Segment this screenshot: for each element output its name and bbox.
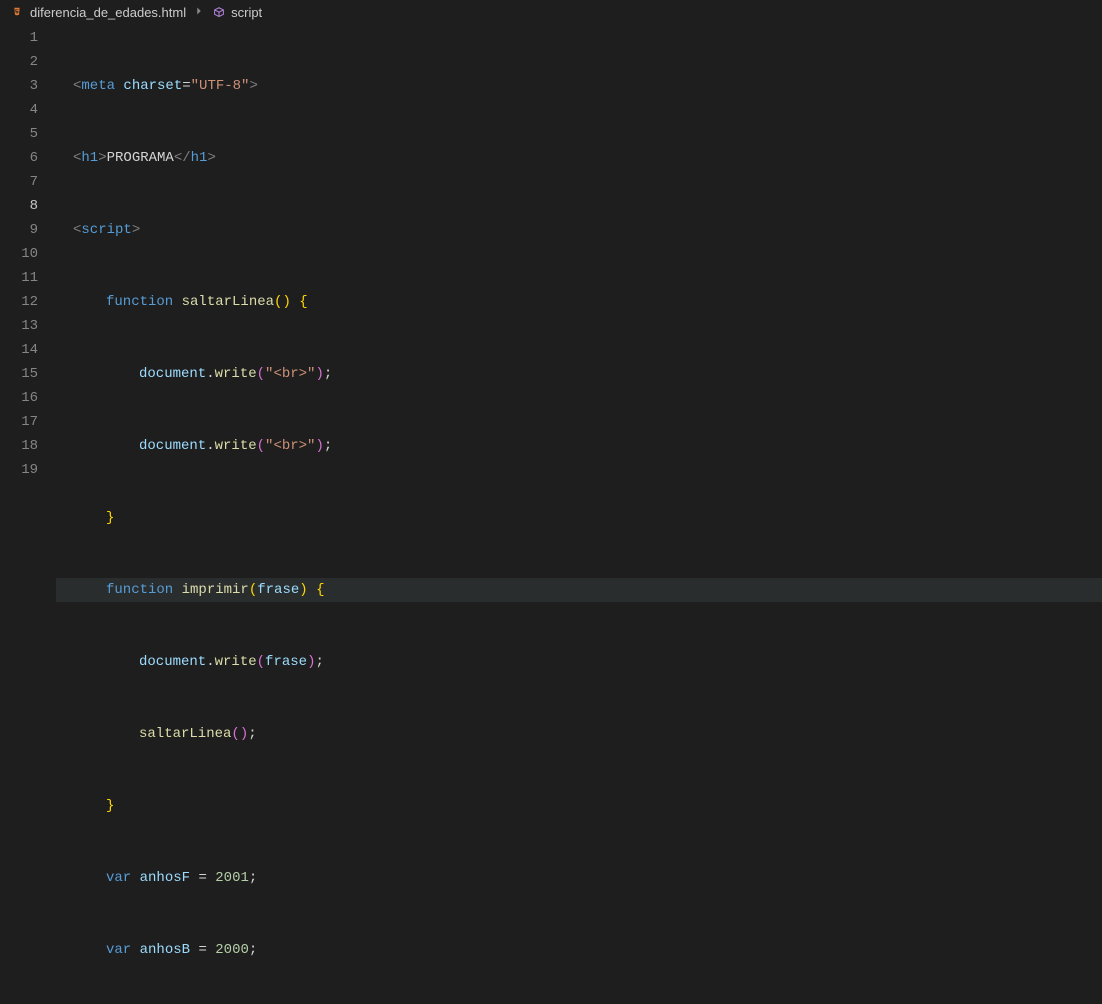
line-number: 2 — [0, 50, 38, 74]
breadcrumb-file[interactable]: diferencia_de_edades.html — [30, 5, 186, 20]
code-area[interactable]: <meta charset="UTF-8"> <h1>PROGRAMA</h1>… — [56, 26, 1102, 502]
code-line[interactable]: function imprimir(frase) { — [56, 578, 1102, 602]
line-number-gutter: 1 2 3 4 5 6 7 8 9 10 11 12 13 14 15 16 1… — [0, 26, 56, 502]
line-number: 18 — [0, 434, 38, 458]
line-number: 5 — [0, 122, 38, 146]
line-number: 8 — [0, 194, 38, 218]
line-number: 7 — [0, 170, 38, 194]
code-line[interactable]: var anhosB = 2000; — [56, 938, 1102, 962]
code-line[interactable]: } — [56, 794, 1102, 818]
line-number: 11 — [0, 266, 38, 290]
line-number: 13 — [0, 314, 38, 338]
breadcrumb-symbol[interactable]: script — [231, 5, 262, 20]
code-line[interactable]: <meta charset="UTF-8"> — [56, 74, 1102, 98]
line-number: 10 — [0, 242, 38, 266]
line-number: 17 — [0, 410, 38, 434]
line-number: 14 — [0, 338, 38, 362]
code-line[interactable]: } — [56, 506, 1102, 530]
line-number: 3 — [0, 74, 38, 98]
line-number: 16 — [0, 386, 38, 410]
chevron-right-icon — [192, 4, 206, 21]
line-number: 19 — [0, 458, 38, 482]
code-line[interactable]: document.write("<br>"); — [56, 362, 1102, 386]
code-editor[interactable]: 1 2 3 4 5 6 7 8 9 10 11 12 13 14 15 16 1… — [0, 26, 1102, 502]
line-number: 4 — [0, 98, 38, 122]
code-line[interactable]: saltarLinea(); — [56, 722, 1102, 746]
line-number: 1 — [0, 26, 38, 50]
code-line[interactable]: document.write("<br>"); — [56, 434, 1102, 458]
breadcrumb[interactable]: diferencia_de_edades.html script — [0, 0, 1102, 26]
code-line[interactable]: <h1>PROGRAMA</h1> — [56, 146, 1102, 170]
line-number: 12 — [0, 290, 38, 314]
line-number: 15 — [0, 362, 38, 386]
code-line[interactable]: document.write(frase); — [56, 650, 1102, 674]
html-file-icon — [10, 6, 24, 20]
line-number: 9 — [0, 218, 38, 242]
symbol-cube-icon — [212, 6, 226, 20]
code-line[interactable]: <script> — [56, 218, 1102, 242]
code-line[interactable]: var anhosF = 2001; — [56, 866, 1102, 890]
line-number: 6 — [0, 146, 38, 170]
code-line[interactable]: function saltarLinea() { — [56, 290, 1102, 314]
